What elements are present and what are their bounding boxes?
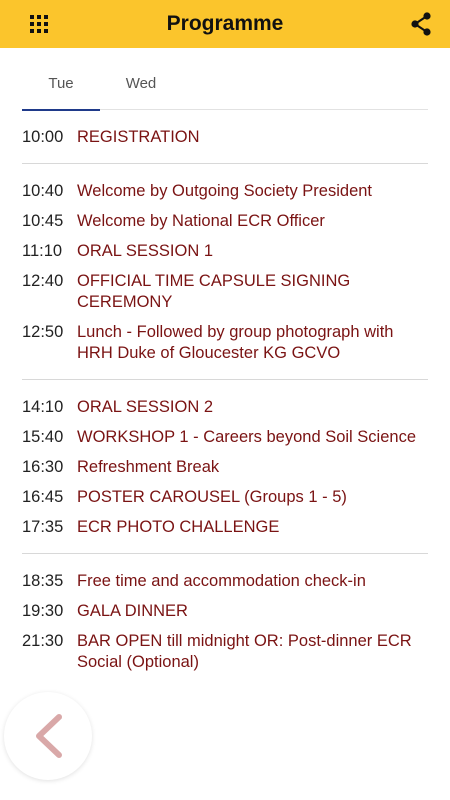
item-time: 12:40 [22,272,64,290]
item-title: Lunch - Followed by group photograph wit… [77,323,394,362]
list-item[interactable]: 10:45 Welcome by National ECR Officer [22,211,428,232]
item-time: 14:10 [22,398,64,416]
list-item[interactable]: 19:30 GALA DINNER [22,601,428,622]
list-item[interactable]: 10:00 REGISTRATION [22,127,428,148]
item-title: Refreshment Break [77,458,220,476]
list-item[interactable]: 18:35 Free time and accommodation check-… [22,571,428,592]
tab-wed[interactable]: Wed [102,64,180,110]
item-time: 17:35 [22,518,64,536]
item-time: 15:40 [22,428,64,446]
item-title: GALA DINNER [77,602,188,620]
item-title: WORKSHOP 1 - Careers beyond Soil Science [77,428,416,446]
item-title: OFFICIAL TIME CAPSULE SIGNING CEREMONY [77,272,351,311]
item-title: Welcome by Outgoing Society President [77,182,373,200]
chevron-left-icon [36,714,62,758]
item-time: 10:45 [22,212,64,230]
active-tab-indicator [22,109,100,111]
schedule-list: 10:00 REGISTRATION 10:40 Welcome by Outg… [22,124,428,702]
item-time: 12:50 [22,323,64,341]
list-item[interactable]: 14:10 ORAL SESSION 2 [22,397,428,418]
item-time: 10:40 [22,182,64,200]
item-time: 16:30 [22,458,64,476]
item-time: 19:30 [22,602,64,620]
tab-label: Tue [48,75,74,92]
item-title: REGISTRATION [77,128,200,146]
schedule-group: 10:40 Welcome by Outgoing Society Presid… [22,178,428,380]
item-time: 16:45 [22,488,64,506]
item-title: ECR PHOTO CHALLENGE [77,518,280,536]
day-tabs: Tue Wed [22,64,428,111]
item-title: ORAL SESSION 1 [77,242,214,260]
list-item[interactable]: 16:45 POSTER CAROUSEL (Groups 1 - 5) [22,487,428,508]
item-time: 10:00 [22,128,64,146]
tab-tue[interactable]: Tue [22,64,100,111]
item-title: BAR OPEN till midnight OR: Post-dinner E… [77,632,412,671]
item-title: ORAL SESSION 2 [77,398,214,416]
item-time: 11:10 [22,242,63,260]
tab-label: Wed [125,75,157,92]
back-button[interactable] [4,692,92,780]
list-item[interactable]: 15:40 WORKSHOP 1 - Careers beyond Soil S… [22,427,428,448]
grid-icon[interactable] [26,11,52,37]
list-item[interactable]: 12:40 OFFICIAL TIME CAPSULE SIGNING CERE… [22,271,428,313]
list-item[interactable]: 10:40 Welcome by Outgoing Society Presid… [22,181,428,202]
schedule-group: 10:00 REGISTRATION [22,124,428,164]
schedule-group: 14:10 ORAL SESSION 2 15:40 WORKSHOP 1 - … [22,394,428,554]
app-bar [0,0,450,48]
list-item[interactable]: 16:30 Refreshment Break [22,457,428,478]
item-time: 18:35 [22,572,64,590]
share-icon[interactable] [406,9,436,39]
list-item[interactable]: 21:30 BAR OPEN till midnight OR: Post-di… [22,631,428,673]
list-item[interactable]: 11:10 ORAL SESSION 1 [22,241,428,262]
item-title: Welcome by National ECR Officer [77,212,325,230]
item-title: Free time and accommodation check-in [77,572,366,590]
list-item[interactable]: 12:50 Lunch - Followed by group photogra… [22,322,428,364]
schedule-group: 18:35 Free time and accommodation check-… [22,568,428,688]
item-time: 21:30 [22,632,64,650]
list-item[interactable]: 17:35 ECR PHOTO CHALLENGE [22,517,428,538]
item-title: POSTER CAROUSEL (Groups 1 - 5) [77,488,347,506]
